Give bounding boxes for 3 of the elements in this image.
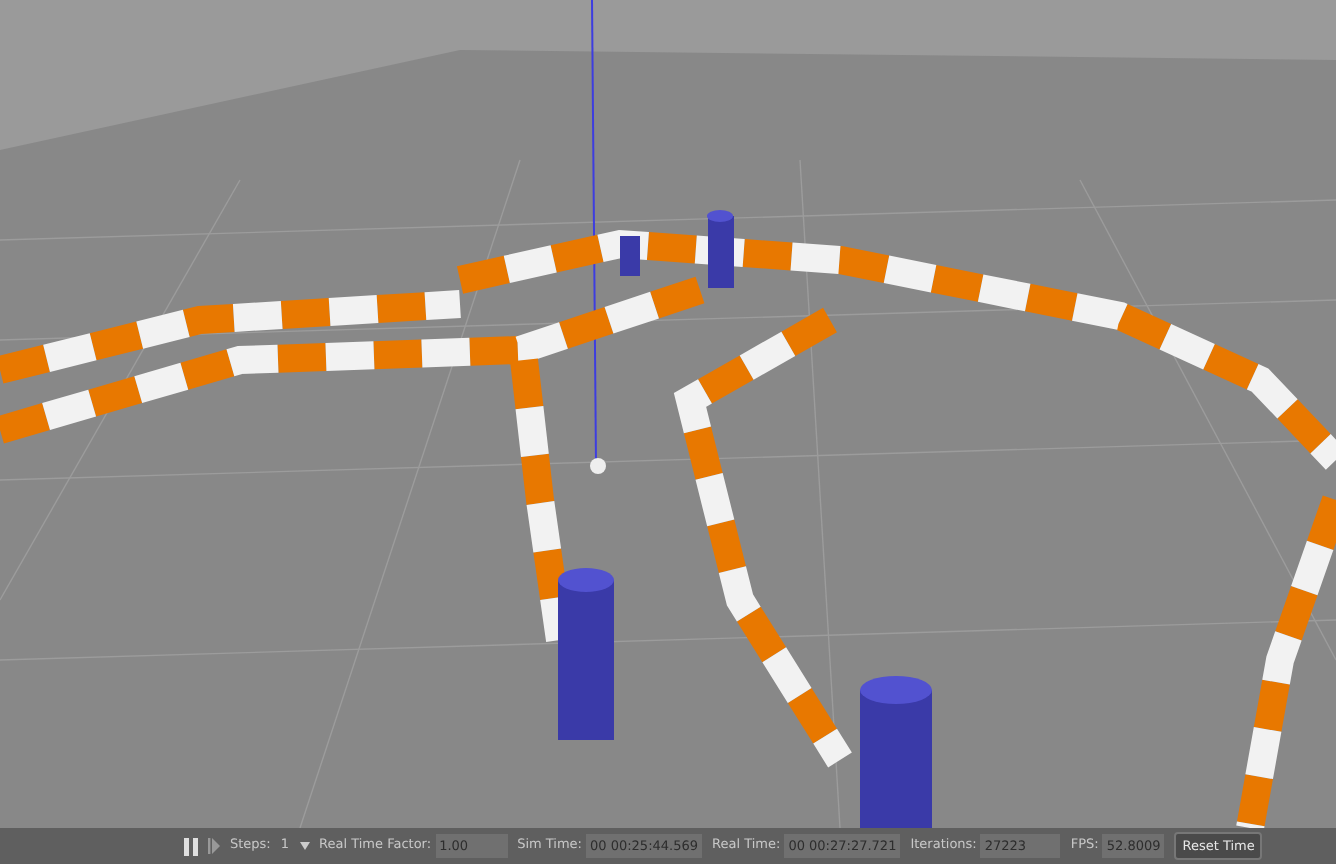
- caret-icon[interactable]: [299, 842, 310, 850]
- step-icon[interactable]: [208, 838, 220, 854]
- pause-icon[interactable]: [184, 837, 198, 855]
